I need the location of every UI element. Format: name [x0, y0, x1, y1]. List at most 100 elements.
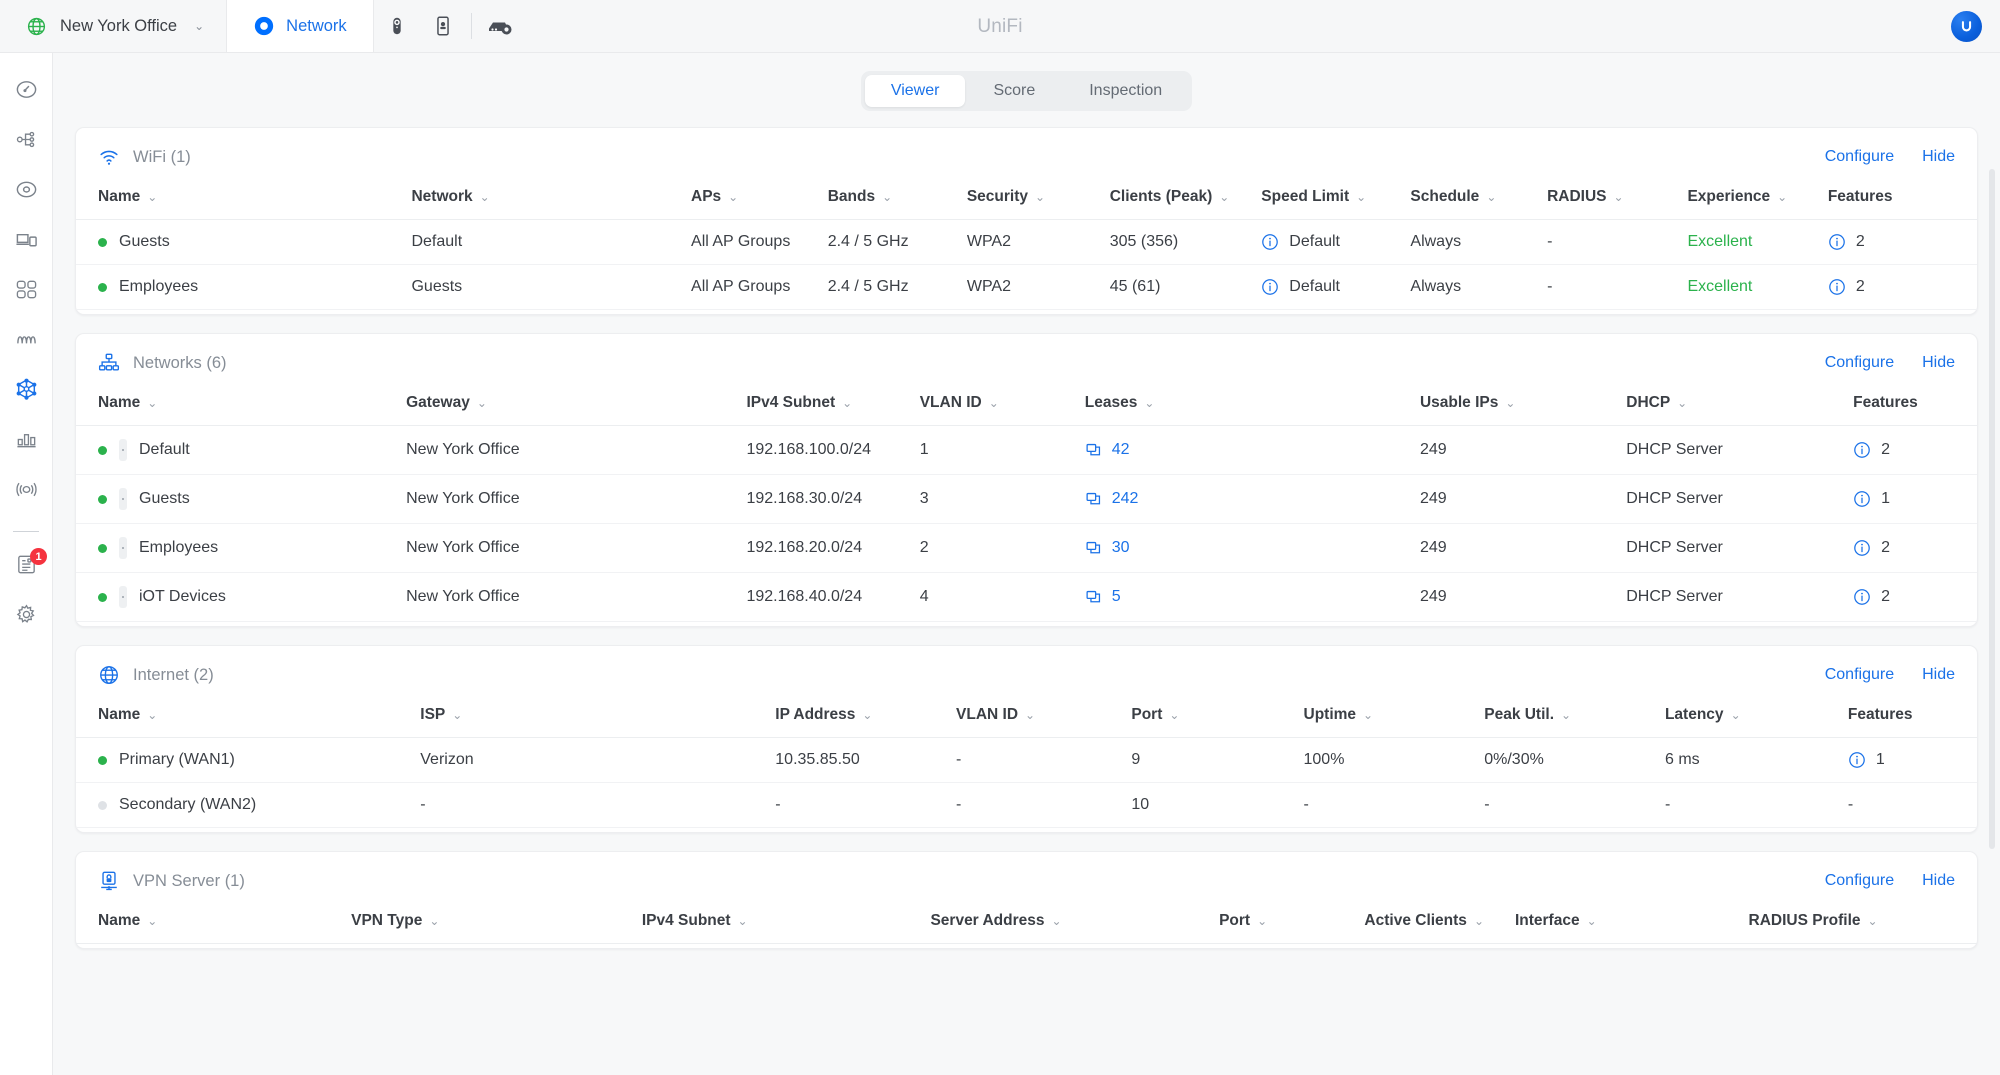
- leases-count[interactable]: 42: [1112, 441, 1130, 459]
- col-peak-util[interactable]: Peak Util. ⌄: [1484, 692, 1665, 738]
- app-tab-network[interactable]: Network: [227, 0, 374, 52]
- table-row[interactable]: Employees New York Office 192.168.20.0/2…: [76, 523, 1977, 573]
- network-usable-ips: 249: [1419, 474, 1627, 524]
- col-name[interactable]: Name ⌄: [76, 174, 412, 220]
- wifiman-radio-icon: [15, 478, 38, 506]
- col-leases[interactable]: Leases ⌄: [1084, 380, 1420, 426]
- col-aps[interactable]: APs ⌄: [691, 174, 828, 220]
- hide-link-vpn[interactable]: Hide: [1922, 872, 1955, 890]
- sidebar-item-client-devices[interactable]: [3, 217, 49, 267]
- col-vpn-type[interactable]: VPN Type ⌄: [351, 898, 642, 944]
- configure-link-vpn[interactable]: Configure: [1825, 872, 1894, 890]
- wifi-aps: All AP Groups: [691, 219, 828, 265]
- sidebar-item-settings[interactable]: [3, 592, 49, 642]
- drag-handle[interactable]: [119, 488, 127, 510]
- col-latency[interactable]: Latency ⌄: [1664, 692, 1848, 738]
- col-radius-profile[interactable]: RADIUS Profile ⌄: [1748, 898, 1977, 944]
- col-ip-address[interactable]: IP Address ⌄: [775, 692, 957, 738]
- info-icon[interactable]: [1853, 539, 1871, 557]
- hide-link-internet[interactable]: Hide: [1922, 666, 1955, 684]
- info-icon[interactable]: [1261, 278, 1279, 296]
- col-uptime[interactable]: Uptime ⌄: [1303, 692, 1485, 738]
- col-ipv4-subnet[interactable]: IPv4 Subnet ⌄: [746, 380, 920, 426]
- col-name[interactable]: Name ⌄: [76, 898, 352, 944]
- configure-link-wifi[interactable]: Configure: [1825, 148, 1894, 166]
- gear-icon: [15, 603, 38, 631]
- table-row[interactable]: Primary (WAN1) Verizon 10.35.85.50 - 9 1…: [76, 737, 1977, 783]
- sidebar-item-insights[interactable]: [3, 317, 49, 367]
- col-network[interactable]: Network ⌄: [411, 174, 692, 220]
- table-row[interactable]: Employees Guests All AP Groups 2.4 / 5 G…: [76, 264, 1977, 310]
- wifi-security: WPA2: [966, 264, 1110, 310]
- table-row[interactable]: Secondary (WAN2) - - - 10 - - - -: [76, 782, 1977, 828]
- col-usable-ips[interactable]: Usable IPs ⌄: [1419, 380, 1627, 426]
- col-experience[interactable]: Experience ⌄: [1687, 174, 1828, 220]
- sidebar-item-topology[interactable]: [3, 117, 49, 167]
- info-icon[interactable]: [1853, 588, 1871, 606]
- col-gateway[interactable]: Gateway ⌄: [406, 380, 747, 426]
- col-interface[interactable]: Interface ⌄: [1514, 898, 1749, 944]
- info-icon[interactable]: [1853, 490, 1871, 508]
- segmented-control: Viewer Score Inspection: [860, 71, 1193, 111]
- client-devices-icon: [15, 228, 38, 256]
- drag-handle[interactable]: [119, 537, 127, 559]
- sidebar-item-clients[interactable]: [3, 267, 49, 317]
- hide-link-networks[interactable]: Hide: [1922, 354, 1955, 372]
- wifi-name-cell: Employees: [76, 264, 412, 310]
- info-icon[interactable]: [1853, 441, 1871, 459]
- configure-link-internet[interactable]: Configure: [1825, 666, 1894, 684]
- configure-link-networks[interactable]: Configure: [1825, 354, 1894, 372]
- site-selector[interactable]: New York Office ⌄: [0, 0, 228, 52]
- sidebar-item-unifi-devices[interactable]: [3, 167, 49, 217]
- network-vlan: 3: [919, 474, 1085, 524]
- info-icon[interactable]: [1828, 233, 1846, 251]
- vertical-scrollbar[interactable]: [1989, 169, 1995, 849]
- table-row[interactable]: Default New York Office 192.168.100.0/24…: [76, 425, 1977, 475]
- col-vlan-id[interactable]: VLAN ID ⌄: [956, 692, 1132, 738]
- leases-count[interactable]: 5: [1112, 588, 1121, 606]
- col-name[interactable]: Name ⌄: [76, 692, 421, 738]
- table-row[interactable]: Guests New York Office 192.168.30.0/24 3: [76, 474, 1977, 524]
- device-settings-icon[interactable]: [477, 0, 523, 52]
- table-row[interactable]: Guests Default All AP Groups 2.4 / 5 GHz…: [76, 219, 1977, 265]
- wifi-table: Name ⌄ Network ⌄ APs ⌄ Bands ⌄ Security ⌄ Cli…: [76, 174, 1977, 310]
- sidebar-item-statistics[interactable]: [3, 417, 49, 467]
- hide-link-wifi[interactable]: Hide: [1922, 148, 1955, 166]
- col-active-clients[interactable]: Active Clients ⌄: [1364, 898, 1515, 944]
- col-bands[interactable]: Bands ⌄: [827, 174, 967, 220]
- sidebar-item-wifiman[interactable]: [3, 467, 49, 517]
- info-icon[interactable]: [1261, 233, 1279, 251]
- leases-count[interactable]: 30: [1112, 539, 1130, 557]
- col-port[interactable]: Port ⌄: [1131, 692, 1304, 738]
- info-icon[interactable]: [1828, 278, 1846, 296]
- info-icon[interactable]: [1848, 751, 1866, 769]
- col-security[interactable]: Security ⌄: [966, 174, 1110, 220]
- col-name[interactable]: Name ⌄: [76, 380, 407, 426]
- col-port[interactable]: Port ⌄: [1219, 898, 1365, 944]
- leases-count[interactable]: 242: [1112, 490, 1139, 508]
- col-speed-limit[interactable]: Speed Limit ⌄: [1261, 174, 1411, 220]
- drag-handle[interactable]: [119, 586, 127, 608]
- sidebar-item-settings-network[interactable]: [3, 367, 49, 417]
- wifi-clients: 45 (61): [1109, 264, 1262, 310]
- sidebar-item-dashboard[interactable]: [3, 67, 49, 117]
- col-radius[interactable]: RADIUS ⌄: [1547, 174, 1688, 220]
- col-clients-peak[interactable]: Clients (Peak) ⌄: [1109, 174, 1262, 220]
- col-ipv4-subnet[interactable]: IPv4 Subnet ⌄: [641, 898, 931, 944]
- col-schedule[interactable]: Schedule ⌄: [1410, 174, 1548, 220]
- unifi-devices-icon: [15, 178, 38, 206]
- wifi-icon: [98, 146, 120, 168]
- col-isp[interactable]: ISP ⌄: [420, 692, 776, 738]
- col-server-address[interactable]: Server Address ⌄: [930, 898, 1220, 944]
- access-door-icon[interactable]: [420, 0, 466, 52]
- tab-score[interactable]: Score: [967, 75, 1061, 107]
- col-dhcp[interactable]: DHCP ⌄: [1626, 380, 1854, 426]
- table-row[interactable]: iOT Devices New York Office 192.168.40.0…: [76, 572, 1977, 622]
- sidebar-item-system-log[interactable]: 1: [3, 542, 49, 592]
- avatar[interactable]: [1951, 11, 1982, 42]
- tab-inspection[interactable]: Inspection: [1063, 75, 1188, 107]
- tab-viewer[interactable]: Viewer: [864, 75, 966, 107]
- drag-handle[interactable]: [119, 439, 127, 461]
- col-vlan-id[interactable]: VLAN ID ⌄: [919, 380, 1085, 426]
- protect-camera-icon[interactable]: [374, 0, 420, 52]
